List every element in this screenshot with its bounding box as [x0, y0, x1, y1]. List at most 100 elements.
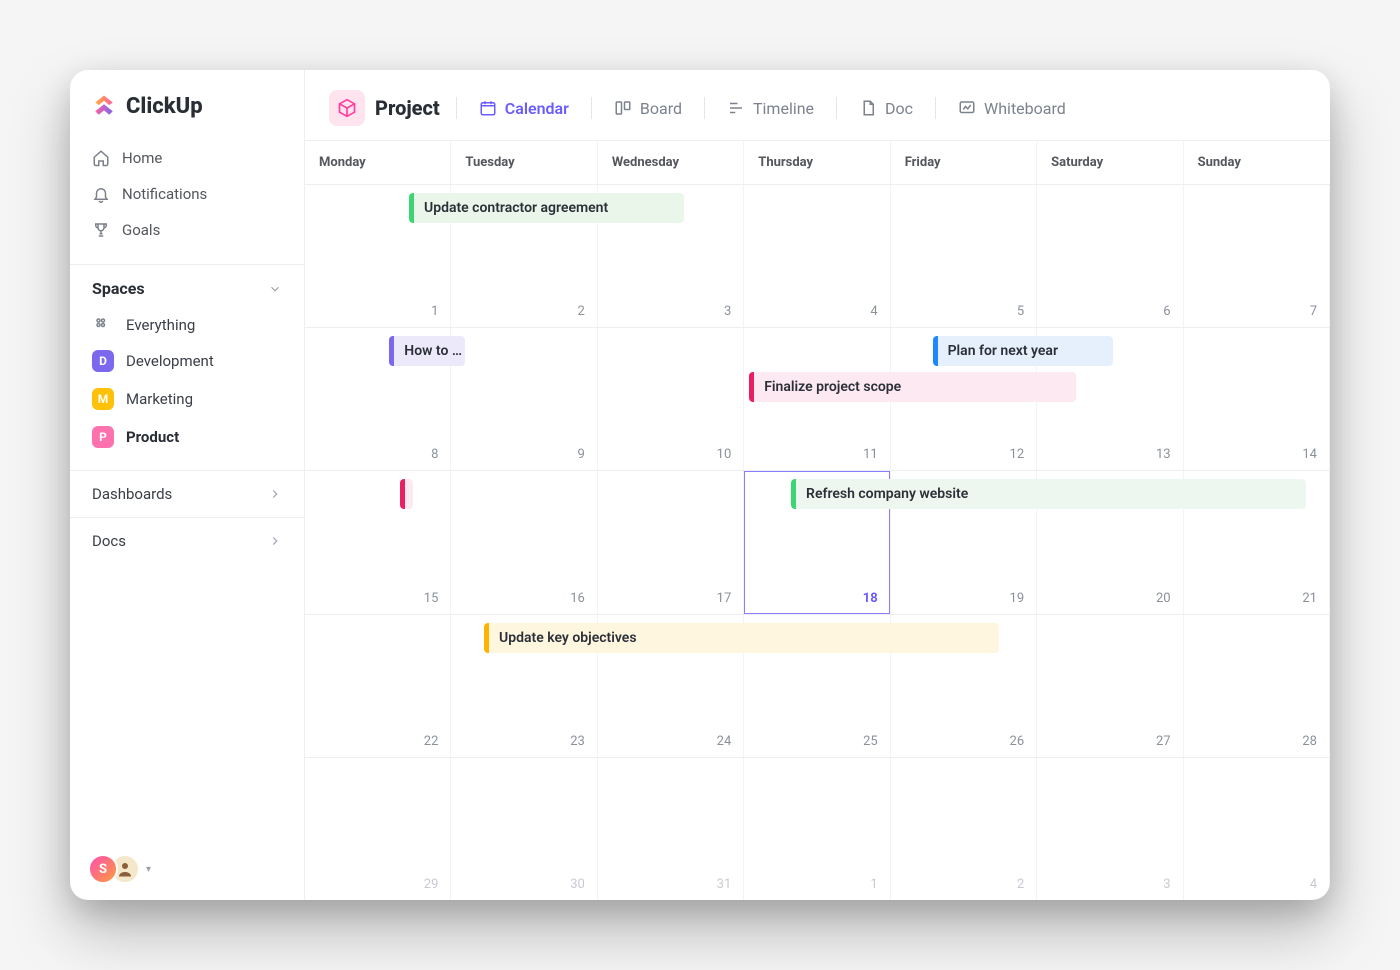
chevron-right-icon [268, 487, 282, 501]
day-cell[interactable]: 4 [1184, 758, 1330, 900]
spaces-label: Spaces [92, 279, 145, 298]
date-number: 30 [570, 877, 585, 892]
tab-label: Doc [885, 99, 913, 118]
tab-label: Whiteboard [984, 99, 1066, 118]
calendar-event[interactable]: Finalize project scope [749, 372, 1076, 402]
date-number: 11 [863, 447, 878, 462]
week-row: 22232425262728Update key objectives [305, 615, 1330, 758]
date-number: 16 [570, 591, 585, 606]
calendar-event[interactable]: Update key objectives [484, 623, 999, 653]
day-header: Monday [305, 141, 451, 184]
day-cell[interactable]: 6 [1037, 185, 1183, 327]
date-number: 8 [431, 447, 438, 462]
calendar-event[interactable]: Plan for next year [933, 336, 1113, 366]
space-marketing[interactable]: M Marketing [70, 380, 304, 418]
date-number: 2 [1017, 877, 1024, 892]
day-cell[interactable]: 4 [744, 185, 890, 327]
divider [704, 97, 705, 119]
date-number: 15 [424, 591, 439, 606]
day-headers: Monday Tuesday Wednesday Thursday Friday… [305, 141, 1330, 185]
date-number: 26 [1010, 734, 1025, 749]
space-badge-icon: D [92, 350, 114, 372]
date-number: 24 [717, 734, 732, 749]
calendar-event[interactable]: Resource allocation [400, 479, 413, 509]
project-title: Project [375, 96, 440, 120]
space-development[interactable]: D Development [70, 342, 304, 380]
event-accent-bar [791, 479, 796, 509]
divider [456, 97, 457, 119]
chevron-down-icon: ▾ [146, 864, 151, 875]
event-label: Update key objectives [499, 630, 637, 646]
tab-doc[interactable]: Doc [853, 95, 919, 122]
day-cell[interactable]: 1 [744, 758, 890, 900]
day-cell[interactable]: 22 [305, 615, 451, 757]
week-row: 15161718192021Resource allocationRefresh… [305, 471, 1330, 614]
nav-label: Home [122, 149, 162, 167]
doc-icon [859, 99, 877, 117]
brand-name: ClickUp [126, 94, 203, 119]
date-number: 13 [1156, 447, 1171, 462]
event-accent-bar [484, 623, 489, 653]
event-accent-bar [400, 479, 405, 509]
brand-logo[interactable]: ClickUp [70, 70, 304, 138]
day-cell[interactable]: 14 [1184, 328, 1330, 470]
date-number: 23 [570, 734, 585, 749]
date-number: 29 [424, 877, 439, 892]
day-cell[interactable]: 7 [1184, 185, 1330, 327]
tab-board[interactable]: Board [608, 95, 688, 122]
day-cell[interactable]: 28 [1184, 615, 1330, 757]
calendar-event[interactable]: Refresh company website [791, 479, 1306, 509]
day-cell[interactable]: 2 [891, 758, 1037, 900]
nav-goals[interactable]: Goals [82, 212, 292, 248]
day-cell[interactable]: 29 [305, 758, 451, 900]
date-number: 20 [1156, 591, 1171, 606]
day-cell[interactable]: 16 [451, 471, 597, 613]
calendar-event[interactable]: Update contractor agreement [409, 193, 684, 223]
tab-calendar[interactable]: Calendar [473, 95, 575, 122]
date-number: 3 [1163, 877, 1170, 892]
day-cell[interactable]: 15 [305, 471, 451, 613]
section-label: Dashboards [92, 485, 172, 503]
space-everything[interactable]: Everything [70, 308, 304, 342]
event-label: Refresh company website [806, 486, 968, 502]
grid-icon [94, 316, 112, 334]
divider [836, 97, 837, 119]
date-number: 19 [1010, 591, 1025, 606]
section-docs[interactable]: Docs [70, 517, 304, 564]
day-cell[interactable]: 30 [451, 758, 597, 900]
spaces-header[interactable]: Spaces [70, 264, 304, 308]
nav-notifications[interactable]: Notifications [82, 176, 292, 212]
bell-icon [92, 185, 110, 203]
tab-whiteboard[interactable]: Whiteboard [952, 95, 1072, 122]
nav-home[interactable]: Home [82, 140, 292, 176]
day-cell[interactable]: 27 [1037, 615, 1183, 757]
chevron-right-icon [268, 534, 282, 548]
project-chip[interactable]: Project [329, 90, 440, 126]
calendar-view: Monday Tuesday Wednesday Thursday Friday… [305, 140, 1330, 900]
event-accent-bar [749, 372, 754, 402]
event-label: Update contractor agreement [424, 200, 608, 216]
day-cell[interactable]: 31 [598, 758, 744, 900]
day-cell[interactable]: 3 [1037, 758, 1183, 900]
sidebar: ClickUp Home Notifications Goals Spaces … [70, 70, 305, 900]
trophy-icon [92, 221, 110, 239]
day-header: Wednesday [598, 141, 744, 184]
event-label: Finalize project scope [764, 379, 901, 395]
space-product[interactable]: P Product [70, 418, 304, 456]
tab-label: Calendar [505, 99, 569, 118]
day-cell[interactable]: 17 [598, 471, 744, 613]
section-dashboards[interactable]: Dashboards [70, 470, 304, 517]
day-cell[interactable]: 10 [598, 328, 744, 470]
calendar-event[interactable]: How to manage event planning [389, 336, 465, 366]
date-number: 31 [717, 877, 732, 892]
event-accent-bar [389, 336, 394, 366]
date-number: 4 [1310, 877, 1317, 892]
tab-timeline[interactable]: Timeline [721, 95, 820, 122]
cube-icon [329, 90, 365, 126]
date-number: 28 [1302, 734, 1317, 749]
space-label: Development [126, 352, 214, 370]
day-cell[interactable]: 9 [451, 328, 597, 470]
day-cell[interactable]: 5 [891, 185, 1037, 327]
divider [935, 97, 936, 119]
user-switcher[interactable]: S ▾ [88, 854, 151, 884]
